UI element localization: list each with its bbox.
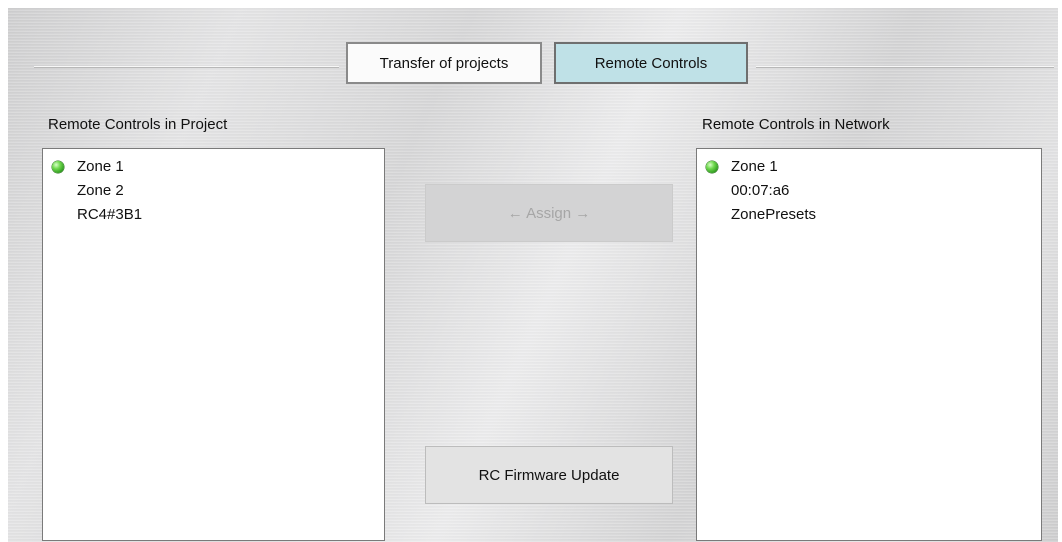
tab-transfer-of-projects[interactable]: Transfer of projects xyxy=(346,42,542,84)
list-item[interactable]: Zone 1 xyxy=(697,155,1041,179)
list-item-label: Zone 1 xyxy=(77,158,124,175)
list-item[interactable]: RC4#3B1 xyxy=(43,203,384,227)
remote-controls-panel: Transfer of projects Remote Controls Rem… xyxy=(8,8,1058,542)
network-list-caption: Remote Controls in Network xyxy=(702,116,890,133)
tab-divider-left xyxy=(34,66,339,67)
tab-remote-label: Remote Controls xyxy=(594,54,708,72)
list-item-label: Zone 1 xyxy=(731,158,778,175)
tab-transfer-label: Transfer of projects xyxy=(379,54,509,72)
list-item-label: Zone 2 xyxy=(77,182,124,199)
status-led-icon xyxy=(52,161,64,173)
project-list-caption: Remote Controls in Project xyxy=(48,116,228,133)
network-remote-list[interactable]: Zone 1 00:07:a6 ZonePresets xyxy=(696,148,1042,541)
assign-button-label: ← Assign → xyxy=(507,204,591,222)
list-item[interactable]: 00:07:a6 xyxy=(697,179,1041,203)
assign-button[interactable]: ← Assign → xyxy=(425,184,673,242)
project-remote-list[interactable]: Zone 1 Zone 2 RC4#3B1 xyxy=(42,148,385,541)
list-item-label: ZonePresets xyxy=(731,206,817,223)
status-led-icon xyxy=(706,161,718,173)
list-item[interactable]: ZonePresets xyxy=(697,203,1041,227)
list-item-label: 00:07:a6 xyxy=(731,182,790,199)
tab-divider-right xyxy=(756,66,1054,67)
list-item[interactable]: Zone 2 xyxy=(43,179,384,203)
list-item[interactable]: Zone 1 xyxy=(43,155,384,179)
rc-firmware-update-button[interactable]: RC Firmware Update xyxy=(425,446,673,504)
list-item-label: RC4#3B1 xyxy=(77,206,143,223)
tab-remote-controls[interactable]: Remote Controls xyxy=(554,42,748,84)
firmware-button-label: RC Firmware Update xyxy=(478,466,620,484)
